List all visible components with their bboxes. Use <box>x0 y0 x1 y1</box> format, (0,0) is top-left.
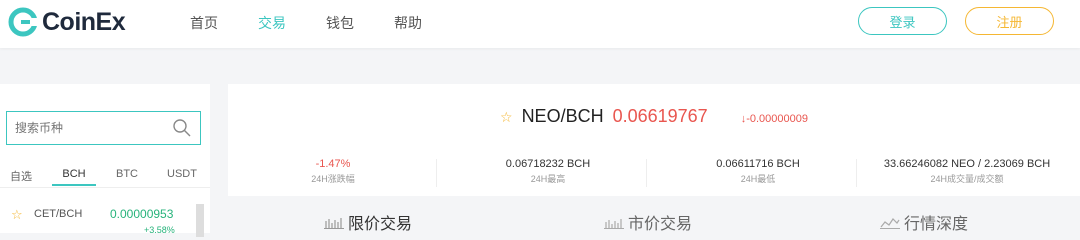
register-button[interactable]: 注册 <box>965 7 1054 35</box>
top-navbar: CoinEx 首页 交易 钱包 帮助 登录 注册 <box>0 0 1080 48</box>
tab-bch[interactable]: BCH <box>52 164 96 186</box>
tab-btc[interactable]: BTC <box>116 164 138 184</box>
market-price: 0.00000953 <box>110 207 174 221</box>
stat-change-label: 24H涨跌幅 <box>311 174 355 184</box>
stat-high: 0.06718232 BCH 24H最高 <box>458 158 638 185</box>
stat-high-label: 24H最高 <box>530 174 566 184</box>
market-pair: CET/BCH <box>34 208 83 220</box>
tab-market-label: 市价交易 <box>628 216 693 233</box>
divider <box>646 159 647 187</box>
tab-favorites[interactable]: 自选 <box>10 164 32 188</box>
ticker-header: ☆ NEO/BCH 0.06619767 ↓-0.00000009 <box>228 106 1080 127</box>
divider <box>436 159 437 187</box>
tab-depth-label: 行情深度 <box>904 216 969 233</box>
search-icon[interactable] <box>172 118 192 138</box>
limit-chart-icon <box>324 216 344 229</box>
stat-low: 0.06611716 BCH 24H最低 <box>668 158 848 185</box>
stat-change-value: -1.47% <box>315 158 351 170</box>
depth-chart-icon <box>880 216 900 229</box>
ticker-panel: ☆ NEO/BCH 0.06619767 ↓-0.00000009 -1.47%… <box>228 84 1080 196</box>
stat-volume: 33.66246082 NEO / 2.23069 BCH 24H成交量/成交额 <box>854 158 1080 185</box>
star-icon[interactable]: ☆ <box>11 207 23 223</box>
ticker-delta: ↓-0.00000009 <box>741 113 808 125</box>
main-nav: 首页 交易 钱包 帮助 <box>190 13 462 33</box>
ticker-pair: NEO/BCH <box>521 106 604 126</box>
market-chart-icon <box>604 216 624 229</box>
tab-limit-label: 限价交易 <box>348 216 413 233</box>
stat-change: -1.47% 24H涨跌幅 <box>268 158 398 185</box>
nav-home[interactable]: 首页 <box>190 13 218 33</box>
coinex-logo-icon <box>8 7 38 37</box>
search-input[interactable] <box>15 121 172 135</box>
tab-depth[interactable]: 行情深度 <box>880 210 968 234</box>
market-tabs: 自选 BCH BTC USDT <box>0 164 210 188</box>
nav-help[interactable]: 帮助 <box>394 13 422 33</box>
stat-low-label: 24H最低 <box>740 174 776 184</box>
brand-name: CoinEx <box>42 7 126 36</box>
tab-limit-trade[interactable]: 限价交易 <box>324 210 412 234</box>
ticker-delta-value: -0.00000009 <box>746 113 808 125</box>
tab-market-trade[interactable]: 市价交易 <box>604 210 692 234</box>
stat-volume-value: 33.66246082 NEO / 2.23069 BCH <box>883 158 1051 170</box>
tab-usdt[interactable]: USDT <box>167 164 197 184</box>
stat-low-value: 0.06611716 BCH <box>716 158 800 170</box>
market-list-panel: 自选 BCH BTC USDT ☆ CET/BCH 0.00000953 +3.… <box>0 84 210 237</box>
nav-trade[interactable]: 交易 <box>258 13 286 33</box>
ticker-price: 0.06619767 <box>612 106 708 126</box>
logo[interactable]: CoinEx <box>8 5 126 39</box>
search-box <box>6 111 201 145</box>
market-row[interactable]: ☆ CET/BCH 0.00000953 +3.58% <box>0 200 196 240</box>
nav-wallet[interactable]: 钱包 <box>326 13 354 33</box>
stat-high-value: 0.06718232 BCH <box>505 158 591 170</box>
scrollbar[interactable] <box>196 204 204 237</box>
market-change: +3.58% <box>144 225 175 235</box>
favorite-star-icon[interactable]: ☆ <box>500 109 513 125</box>
trade-tabs: 限价交易 市价交易 行情深度 <box>228 200 1080 233</box>
stat-volume-label: 24H成交量/成交额 <box>930 174 1004 184</box>
login-button[interactable]: 登录 <box>858 7 947 35</box>
